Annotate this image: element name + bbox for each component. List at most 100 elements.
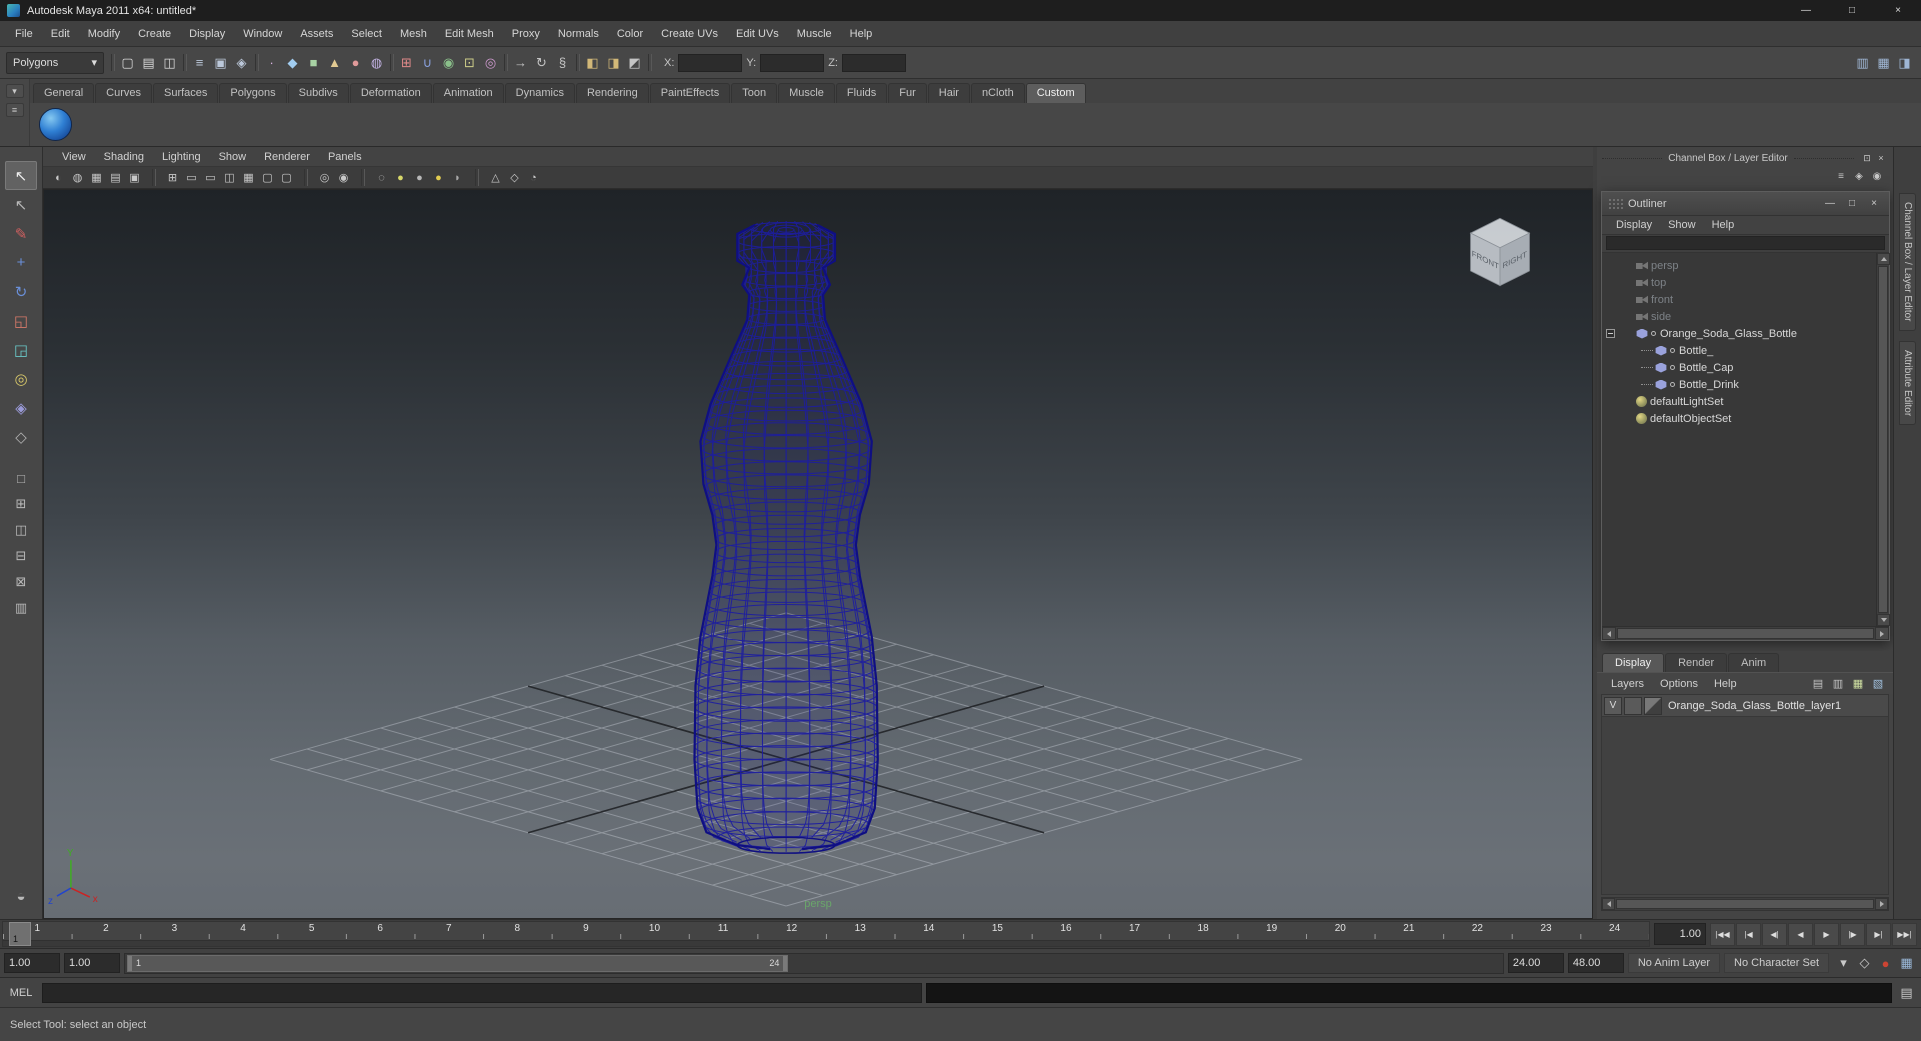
close-button[interactable]: × (1875, 0, 1921, 21)
outliner-item[interactable]: side (1602, 308, 1876, 325)
menu-item[interactable]: Display (180, 24, 234, 44)
panel-menu-item[interactable]: Renderer (255, 149, 319, 165)
outliner-item[interactable]: Orange_Soda_Glass_Bottle (1602, 325, 1876, 342)
output-connections-icon[interactable]: ↻ (531, 52, 552, 74)
menuset-dropdown[interactable]: Polygons ▾ (6, 51, 104, 74)
select-hierarchy-icon[interactable]: ≡ (189, 52, 210, 74)
frame-label[interactable]: 8 (483, 922, 552, 934)
anim-layer-filter-icon[interactable]: ▾ (1833, 952, 1854, 974)
image-plane-icon[interactable]: ▣ (125, 169, 144, 187)
construction-history-icon[interactable]: § (552, 52, 573, 74)
frame-label[interactable]: 24 (1580, 922, 1649, 934)
playback-start-field[interactable] (64, 953, 120, 973)
single-pane-layout-button[interactable]: □ (6, 465, 36, 491)
layer-editor-tab[interactable]: Anim (1728, 653, 1780, 672)
outliner-item[interactable]: persp (1602, 257, 1876, 274)
viewport[interactable]: Yx z FRONT RIGHT persp (43, 189, 1593, 919)
ui-elements-toggle-icon[interactable]: ◨ (1894, 52, 1915, 74)
command-line-mode-label[interactable]: MEL (4, 987, 38, 999)
frame-label[interactable]: 20 (1306, 922, 1375, 934)
soft-mod-tool[interactable]: ◎ (5, 364, 37, 393)
mask-curves-icon[interactable]: ◆ (282, 52, 303, 74)
step-forward-frame-button[interactable]: ▶| (1866, 922, 1891, 946)
channel-pin-icon[interactable]: ◉ (1869, 169, 1885, 183)
shelf-tab[interactable]: nCloth (970, 83, 1025, 103)
scrollbar-thumb[interactable] (1878, 266, 1888, 613)
channel-speed-icon[interactable]: ≡ (1833, 169, 1849, 183)
tool-settings-icon[interactable]: ◒ (5, 882, 37, 911)
frame-label[interactable]: 13 (826, 922, 895, 934)
outliner-item[interactable]: defaultLightSet (1602, 393, 1876, 410)
character-set-dropdown[interactable]: No Character Set (1724, 953, 1829, 973)
snap-grid-icon[interactable]: ⊞ (396, 52, 417, 74)
current-frame-indicator[interactable]: 1 (9, 922, 31, 946)
current-time-field[interactable] (1654, 923, 1706, 945)
minimize-button[interactable]: — (1783, 0, 1829, 21)
shelf-tab[interactable]: Polygons (219, 83, 287, 103)
scrollbar-thumb[interactable] (1616, 899, 1874, 909)
shelf-tab[interactable]: Animation (432, 83, 504, 103)
shelf-tab[interactable]: Fluids (835, 83, 888, 103)
pane-hypershade-layout-button[interactable]: ⊠ (6, 569, 36, 595)
menu-item[interactable]: Muscle (788, 24, 841, 44)
outliner-menu-item[interactable]: Help (1704, 217, 1743, 233)
go-to-end-button[interactable]: ▶▶| (1892, 922, 1917, 946)
layer-editor-tab[interactable]: Display (1602, 653, 1665, 672)
frame-label[interactable]: 22 (1443, 922, 1512, 934)
new-empty-layer-icon[interactable]: ▦ (1849, 676, 1867, 692)
pane-split-layout-button[interactable]: ⊟ (6, 543, 36, 569)
lasso-select-tool[interactable]: ↖ (5, 190, 37, 219)
panel-menu-item[interactable]: Lighting (153, 149, 210, 165)
paint-select-tool[interactable]: ✎ (5, 219, 37, 248)
shelf-tab[interactable]: Hair (927, 83, 970, 103)
statusline-icon[interactable] (645, 52, 654, 74)
outliner-item[interactable]: Bottle_ (1602, 342, 1876, 359)
layers-normal-icon[interactable]: ▤ (1809, 676, 1827, 692)
layer-row[interactable]: V Orange_Soda_Glass_Bottle_layer1 (1602, 695, 1888, 717)
outliner-item[interactable]: top (1602, 274, 1876, 291)
layer-editor-menu-item[interactable]: Help (1706, 676, 1745, 692)
grid-toggle-icon[interactable]: ⊞ (163, 169, 182, 187)
outliner-horizontal-scrollbar[interactable] (1602, 626, 1889, 640)
outliner-item[interactable]: defaultObjectSet (1602, 410, 1876, 427)
shelf-tab[interactable]: Subdivs (287, 83, 349, 103)
shelf-tab[interactable]: PaintEffects (649, 83, 731, 103)
outliner-item[interactable]: Bottle_Drink (1602, 376, 1876, 393)
frame-label[interactable]: 6 (346, 922, 415, 934)
xray-icon[interactable]: ◇ (505, 169, 524, 187)
resolution-gate-icon[interactable]: ▭ (201, 169, 220, 187)
outliner-vertical-scrollbar[interactable] (1876, 253, 1890, 626)
mask-rendering-icon[interactable]: ◍ (366, 52, 387, 74)
menu-item[interactable]: Color (608, 24, 652, 44)
select-tool[interactable]: ↖ (5, 161, 37, 190)
frame-selection-icon[interactable]: ◉ (334, 169, 353, 187)
mask-surfaces-icon[interactable]: ■ (303, 52, 324, 74)
new-scene-icon[interactable]: ▢ (117, 52, 138, 74)
four-pane-layout-button[interactable]: ⊞ (6, 491, 36, 517)
menu-item[interactable]: Create (129, 24, 180, 44)
frame-label[interactable]: 7 (414, 922, 483, 934)
range-slider-track[interactable]: 1 24 (124, 952, 1504, 974)
playback-range-bar[interactable]: 1 24 (127, 954, 789, 972)
maximize-button[interactable]: □ (1829, 0, 1875, 21)
statusline-icon[interactable] (252, 52, 261, 74)
universal-manipulator-tool[interactable]: ◲ (5, 335, 37, 364)
save-scene-icon[interactable]: ◫ (159, 52, 180, 74)
panel-menu-item[interactable]: Show (210, 149, 256, 165)
frame-label[interactable]: 12 (757, 922, 826, 934)
playback-end-field[interactable] (1507, 953, 1564, 973)
frame-label[interactable]: 3 (140, 922, 209, 934)
statusline-icon[interactable] (573, 52, 582, 74)
panel-toolbar-icon[interactable] (467, 169, 486, 187)
statusline-icon[interactable] (387, 52, 396, 74)
select-object-icon[interactable]: ▣ (210, 52, 231, 74)
frame-label[interactable]: 9 (552, 922, 621, 934)
frame-label[interactable]: 19 (1237, 922, 1306, 934)
z-input[interactable] (841, 53, 906, 72)
scroll-left-button[interactable] (1602, 627, 1616, 640)
layer-display-type-toggle[interactable] (1624, 696, 1642, 715)
scale-tool[interactable]: ◱ (5, 306, 37, 335)
safe-title-icon[interactable]: ▢ (277, 169, 296, 187)
layers-sort-icon[interactable]: ▥ (1829, 676, 1847, 692)
scroll-up-button[interactable] (1877, 253, 1890, 265)
